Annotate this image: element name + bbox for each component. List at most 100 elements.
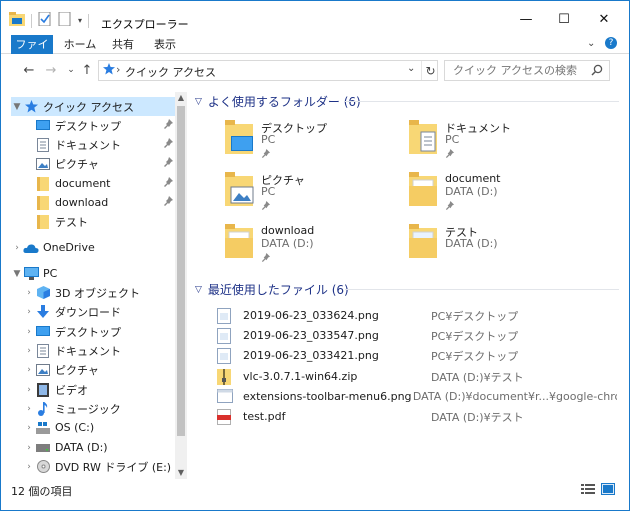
tab-share[interactable]: 共有 — [105, 35, 141, 54]
pin-icon[interactable] — [261, 148, 270, 161]
tile-document[interactable]: document DATA (D:) — [409, 170, 589, 220]
nav-onedrive[interactable]: › OneDrive — [11, 238, 175, 257]
pin-icon[interactable] — [445, 148, 454, 161]
nav-item-downloads[interactable]: › ダウンロード — [11, 302, 175, 321]
zip-file-icon — [217, 368, 233, 385]
back-button[interactable]: ← — [21, 62, 37, 78]
file-row[interactable]: test.pdf DATA (D:)¥テスト — [217, 407, 617, 426]
file-row[interactable]: 2019-06-23_033421.png PC¥デスクトップ — [217, 346, 617, 365]
forward-button[interactable]: → — [43, 62, 59, 78]
breadcrumb[interactable]: クイック アクセス — [125, 64, 216, 80]
chevron-right-icon[interactable]: › — [23, 307, 35, 317]
status-bar: 12 個の項目 — [1, 481, 629, 510]
customize-toolbar-icon[interactable]: ▾ — [78, 16, 82, 25]
nav-item-data-d[interactable]: › DATA (D:) — [11, 438, 175, 457]
tile-pictures[interactable]: ピクチャ PC — [225, 170, 405, 220]
chevron-right-icon[interactable]: › — [23, 423, 35, 433]
chevron-down-icon[interactable]: ▼ — [11, 269, 23, 279]
chevron-right-icon[interactable]: › — [23, 385, 35, 395]
large-icons-view-icon[interactable] — [601, 483, 615, 498]
search-input[interactable] — [453, 63, 593, 78]
nav-item-pc-desktop[interactable]: › デスクトップ — [11, 322, 175, 341]
nav-item-pc-documents[interactable]: › ドキュメント — [11, 341, 175, 360]
tile-download[interactable]: download DATA (D:) — [225, 222, 405, 272]
nav-item-test[interactable]: テスト — [11, 212, 175, 231]
pin-icon[interactable] — [163, 177, 173, 190]
file-row[interactable]: vlc-3.0.7.1-win64.zip DATA (D:)¥テスト — [217, 367, 617, 386]
nav-item-music[interactable]: › ミュージック — [11, 399, 175, 418]
file-row[interactable]: 2019-06-23_033624.png PC¥デスクトップ — [217, 306, 617, 325]
chevron-right-icon[interactable]: › — [23, 346, 35, 356]
scroll-up-icon[interactable]: ▲ — [175, 92, 187, 104]
minimize-button[interactable]: — — [511, 10, 541, 28]
pin-icon[interactable] — [261, 200, 270, 213]
up-button[interactable]: ↑ — [79, 62, 95, 78]
png-file-icon — [217, 347, 233, 364]
recent-files-header[interactable]: ▽ 最近使用したファイル (6) — [195, 281, 619, 298]
nav-item-download[interactable]: download — [11, 193, 175, 212]
file-row[interactable]: 2019-06-23_033547.png PC¥デスクトップ — [217, 326, 617, 345]
address-bar[interactable]: › クイック アクセス ⌄ — [98, 60, 438, 81]
pin-icon[interactable] — [163, 157, 173, 170]
chevron-down-icon[interactable]: ▽ — [195, 285, 202, 295]
tab-view[interactable]: 表示 — [147, 35, 183, 54]
nav-item-desktop[interactable]: デスクトップ — [11, 116, 175, 135]
nav-item-pc-pictures[interactable]: › ピクチャ — [11, 360, 175, 379]
frequent-folders-header[interactable]: ▽ よく使用するフォルダー (6) — [195, 93, 619, 110]
file-location: PC¥デスクトップ — [431, 309, 519, 323]
chevron-right-icon[interactable]: › — [23, 327, 35, 337]
scroll-down-icon[interactable]: ▼ — [175, 467, 187, 479]
close-button[interactable]: ✕ — [589, 10, 619, 28]
group-divider — [345, 101, 619, 102]
nav-item-videos[interactable]: › ビデオ — [11, 380, 175, 399]
maximize-button[interactable]: ☐ — [549, 10, 579, 28]
details-view-icon[interactable] — [581, 483, 595, 498]
pin-icon[interactable] — [163, 196, 173, 209]
nav-label: OneDrive — [43, 241, 95, 254]
nav-item-document[interactable]: document — [11, 174, 175, 193]
chevron-right-icon[interactable]: › — [23, 443, 35, 453]
new-folder-icon[interactable] — [58, 11, 72, 29]
tab-home[interactable]: ホーム — [59, 35, 101, 54]
group-divider — [345, 289, 619, 290]
refresh-button[interactable]: ↻ — [421, 61, 439, 80]
desktop-icon — [35, 325, 51, 339]
chevron-right-icon[interactable]: › — [23, 404, 35, 414]
properties-icon[interactable] — [38, 11, 52, 29]
nav-item-pictures[interactable]: ピクチャ — [11, 154, 175, 173]
scrollbar-thumb[interactable] — [177, 106, 185, 436]
pin-icon[interactable] — [163, 119, 173, 132]
tile-desktop[interactable]: デスクトップ PC — [225, 118, 405, 168]
pin-icon[interactable] — [261, 252, 270, 265]
tab-file[interactable]: ファイル — [11, 35, 53, 70]
navigation-pane: ▼ クイック アクセス デスクトップ ドキュメント ピクチャ document … — [11, 90, 189, 481]
nav-item-3d-objects[interactable]: › 3D オブジェクト — [11, 283, 175, 302]
chevron-right-icon[interactable]: › — [23, 365, 35, 375]
pin-icon[interactable] — [163, 138, 173, 151]
nav-item-documents[interactable]: ドキュメント — [11, 135, 175, 154]
chevron-right-icon[interactable]: › — [11, 243, 23, 253]
nav-pc[interactable]: ▼ PC — [11, 264, 175, 283]
title-bar: ▾ エクスプローラー — ☐ ✕ — [1, 1, 629, 35]
chevron-down-icon[interactable]: ▽ — [195, 97, 202, 107]
chevron-right-icon[interactable]: › — [23, 462, 35, 472]
nav-item-dvd-e[interactable]: › DVD RW ドライブ (E:) — [11, 457, 175, 476]
help-icon[interactable]: ? — [605, 37, 617, 49]
chevron-right-icon[interactable]: › — [23, 288, 35, 298]
ribbon-expand-icon[interactable]: ⌄ — [587, 38, 595, 49]
nav-item-os-c[interactable]: › OS (C:) — [11, 418, 175, 437]
folder-app-icon — [9, 12, 25, 29]
nav-quick-access[interactable]: ▼ クイック アクセス — [11, 97, 175, 116]
address-dropdown-icon[interactable]: ⌄ — [407, 63, 415, 74]
nav-scrollbar[interactable]: ▲ ▼ — [175, 92, 187, 479]
file-location: DATA (D:)¥テスト — [431, 370, 524, 384]
search-icon[interactable] — [591, 64, 603, 79]
group-label: 最近使用したファイル (6) — [207, 283, 349, 297]
tile-test[interactable]: テスト DATA (D:) — [409, 222, 589, 272]
chevron-down-icon[interactable]: ▼ — [11, 102, 23, 112]
tile-documents[interactable]: ドキュメント PC — [409, 118, 589, 168]
pin-icon[interactable] — [445, 200, 454, 213]
recent-locations-icon[interactable]: ⌄ — [63, 62, 79, 78]
file-row[interactable]: extensions-toolbar-menu6.png DATA (D:)¥d… — [217, 387, 617, 406]
search-box[interactable] — [444, 60, 610, 81]
